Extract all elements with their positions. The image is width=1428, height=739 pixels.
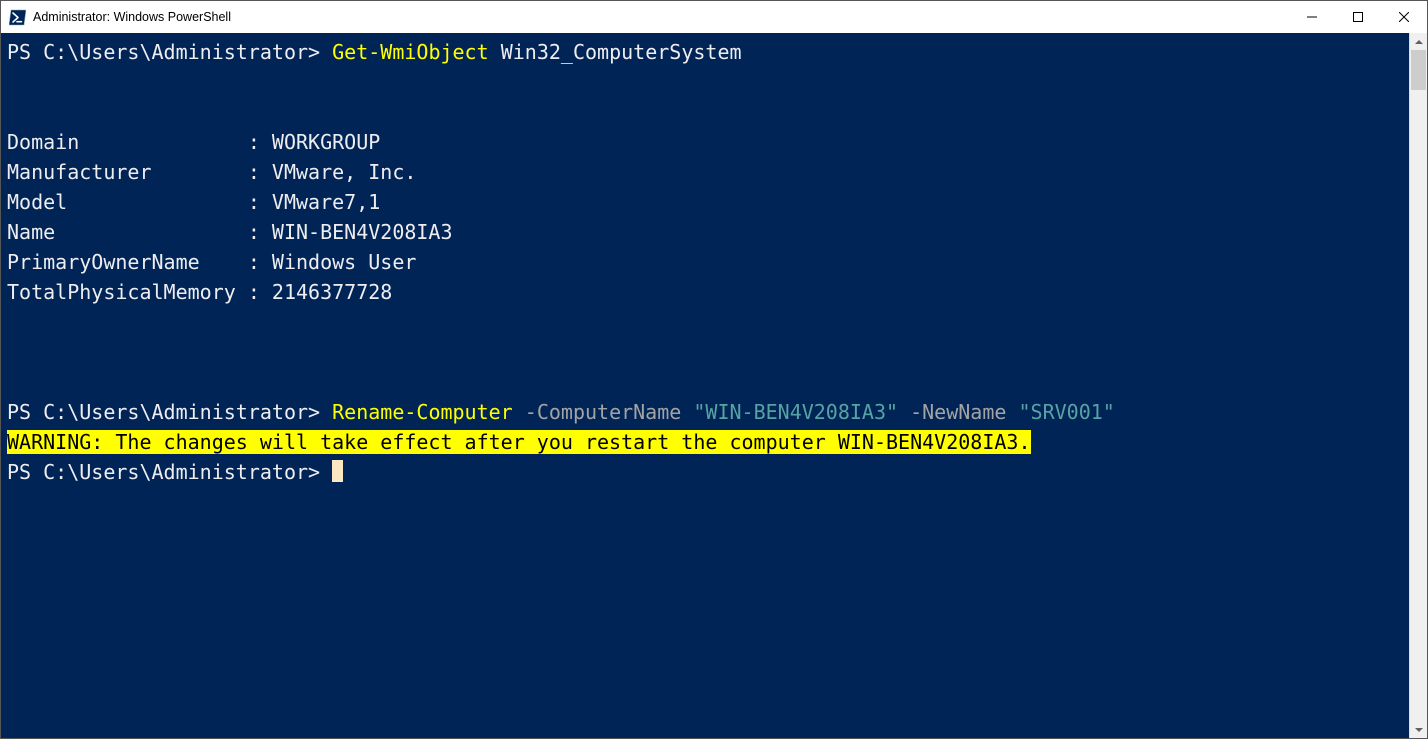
- minimize-button[interactable]: [1289, 1, 1335, 33]
- command-rename-computer: Rename-Computer: [332, 400, 513, 424]
- chevron-down-icon: [1415, 728, 1423, 732]
- titlebar[interactable]: Administrator: Windows PowerShell: [1, 1, 1427, 33]
- window-title: Administrator: Windows PowerShell: [33, 10, 231, 24]
- prompt: PS C:\Users\Administrator>: [7, 400, 332, 424]
- scroll-thumb[interactable]: [1411, 50, 1426, 90]
- param-computername: -ComputerName: [513, 400, 694, 424]
- vertical-scrollbar[interactable]: [1409, 33, 1427, 738]
- maximize-button[interactable]: [1335, 1, 1381, 33]
- param-newname: -NewName: [898, 400, 1018, 424]
- command-get-wmiobject: Get-WmiObject: [332, 40, 489, 64]
- close-button[interactable]: [1381, 1, 1427, 33]
- wmi-model-line: Model : VMware7,1: [7, 190, 380, 214]
- wmi-domain-line: Domain : WORKGROUP: [7, 130, 380, 154]
- powershell-window: Administrator: Windows PowerShell PS C:\…: [0, 0, 1428, 739]
- command-arg: Win32_ComputerSystem: [501, 40, 742, 64]
- scroll-up-button[interactable]: [1410, 33, 1427, 50]
- terminal-area[interactable]: PS C:\Users\Administrator> Get-WmiObject…: [1, 33, 1409, 738]
- prompt: PS C:\Users\Administrator>: [7, 40, 332, 64]
- warning-line: WARNING: The changes will take effect af…: [7, 430, 1031, 454]
- wmi-name-line: Name : WIN-BEN4V208IA3: [7, 220, 453, 244]
- cursor: [332, 460, 343, 482]
- prompt: PS C:\Users\Administrator>: [7, 460, 332, 484]
- chevron-up-icon: [1415, 40, 1423, 44]
- scroll-down-button[interactable]: [1410, 721, 1427, 738]
- powershell-icon: [8, 8, 26, 26]
- wmi-manufacturer-line: Manufacturer : VMware, Inc.: [7, 160, 416, 184]
- content-row: PS C:\Users\Administrator> Get-WmiObject…: [1, 33, 1427, 738]
- value-newname: "SRV001": [1018, 400, 1114, 424]
- wmi-owner-line: PrimaryOwnerName : Windows User: [7, 250, 416, 274]
- value-computername: "WIN-BEN4V208IA3": [693, 400, 898, 424]
- wmi-memory-line: TotalPhysicalMemory : 2146377728: [7, 280, 392, 304]
